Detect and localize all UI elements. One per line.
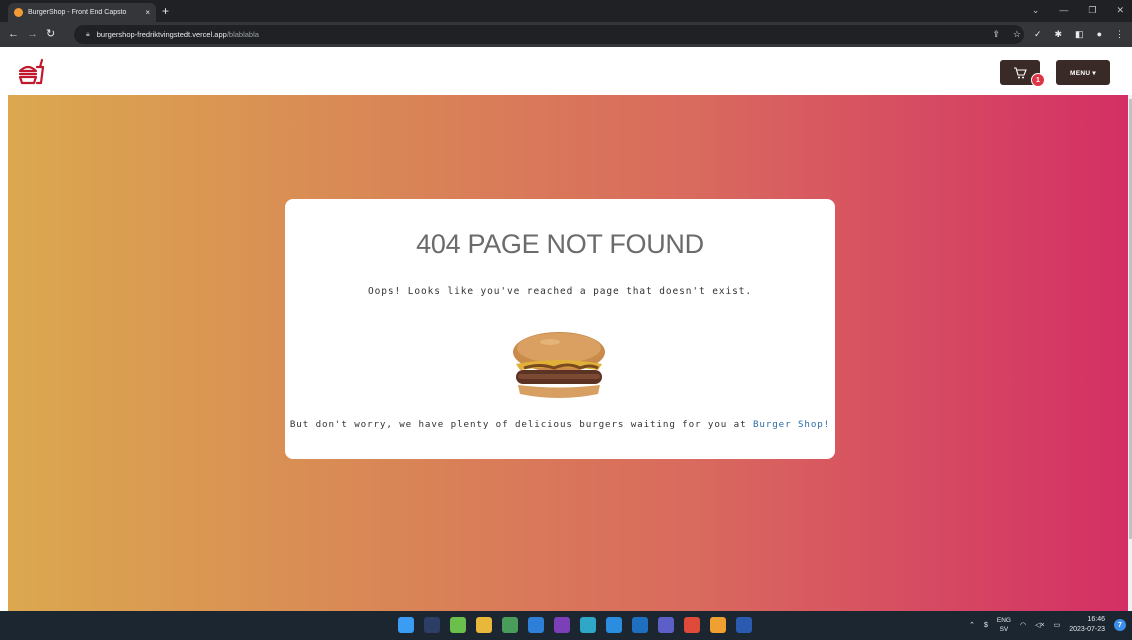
volume-icon[interactable]: ◁×: [1035, 621, 1044, 629]
chrome-canary-icon[interactable]: [710, 617, 726, 633]
browser-toolbar: ← → ↻ 🔒︎ burgershop-fredriktvingstedt.ve…: [0, 22, 1132, 47]
close-tab-icon[interactable]: ×: [145, 8, 150, 17]
keyboard-layout: SV: [999, 626, 1009, 633]
outlook-icon[interactable]: [632, 617, 648, 633]
url-host: burgershop-fredriktvingstedt.vercel.app: [96, 30, 227, 39]
forward-arrow-icon[interactable]: →: [27, 26, 38, 42]
promo-sentence: But don't worry, we have plenty of delic…: [289, 419, 753, 430]
web-page: 1 MENU ▾ 404 PAGE NOT FOUND Oops! Looks …: [0, 47, 1132, 611]
task-view-icon[interactable]: [424, 617, 440, 633]
error-title: 404 PAGE NOT FOUND: [416, 229, 704, 259]
kebab-menu-icon[interactable]: ⋮: [1115, 26, 1124, 42]
burger-image: [513, 332, 605, 398]
url-path: /blablabla: [226, 30, 259, 39]
word-icon[interactable]: [736, 617, 752, 633]
cart-icon: [1014, 66, 1027, 78]
restore-icon[interactable]: ❐: [1088, 2, 1096, 18]
file-explorer-icon[interactable]: [476, 617, 492, 633]
wifi-icon[interactable]: ◠: [1020, 621, 1026, 629]
back-arrow-icon[interactable]: ←: [8, 26, 19, 42]
side-panel-icon[interactable]: ◧: [1075, 26, 1084, 42]
language-code: ENG: [996, 617, 1011, 624]
widgets-icon[interactable]: [450, 617, 466, 633]
close-window-icon[interactable]: ✕: [1116, 2, 1124, 18]
clock-date: 2023-07-23: [1069, 626, 1105, 633]
error-message: Oops! Looks like you've reached a page t…: [368, 286, 752, 297]
teams-icon[interactable]: [658, 617, 674, 633]
menu-dropdown-button[interactable]: MENU ▾: [1056, 60, 1110, 85]
notepad-icon[interactable]: [502, 617, 518, 633]
burger-shop-logo-icon[interactable]: [16, 57, 46, 87]
lock-icon[interactable]: 🔒︎: [86, 31, 90, 39]
start-menu-icon[interactable]: [398, 617, 414, 633]
cart-count-badge: 1: [1031, 73, 1045, 87]
new-tab-button[interactable]: +: [162, 3, 169, 19]
language-indicator[interactable]: ENG SV: [997, 616, 1011, 634]
puzzle-icon[interactable]: ✱: [1055, 26, 1063, 42]
battery-icon[interactable]: ▭: [1054, 621, 1061, 629]
tab-search-icon[interactable]: ⌄: [1032, 2, 1040, 18]
browser-tab-bar: BurgerShop - Front End Capsto × + ⌄ — ❐ …: [0, 0, 1132, 22]
minimize-icon[interactable]: —: [1059, 2, 1068, 18]
visual-studio-icon[interactable]: [554, 617, 570, 633]
burger-shop-link[interactable]: Burger Shop!: [753, 419, 830, 430]
site-header: 1 MENU ▾: [0, 47, 1132, 95]
copilot-icon[interactable]: [606, 617, 622, 633]
burger-favicon-icon: [14, 8, 23, 17]
profile-icon[interactable]: ●: [1097, 26, 1102, 42]
not-found-card: 404 PAGE NOT FOUND Oops! Looks like you'…: [285, 199, 835, 459]
taskbar-apps: [398, 617, 752, 633]
windows-taskbar: ⌃ $ ENG SV ◠ ◁× ▭ 16:46 2023-07-23 7: [0, 611, 1132, 640]
share-icon[interactable]: ⇪: [992, 26, 1000, 42]
notification-count-badge[interactable]: 7: [1114, 619, 1126, 631]
toolbar-icons: ⇪ ☆ ✓ ✱ ◧ ● ⋮: [992, 26, 1124, 42]
edge-icon[interactable]: [580, 617, 596, 633]
bookmark-star-icon[interactable]: ☆: [1013, 26, 1021, 42]
tab-title: BurgerShop - Front End Capsto: [28, 9, 127, 16]
reload-icon[interactable]: ↻: [46, 26, 55, 42]
extension-icon[interactable]: ✓: [1034, 26, 1042, 42]
promo-text: But don't worry, we have plenty of delic…: [285, 419, 835, 430]
vscode-icon[interactable]: [528, 617, 544, 633]
chrome-icon[interactable]: [684, 617, 700, 633]
window-controls: ⌄ — ❐ ✕: [1032, 2, 1124, 18]
tray-chevron-icon[interactable]: ⌃: [969, 621, 975, 629]
dollar-app-icon[interactable]: $: [984, 622, 988, 629]
browser-tab[interactable]: BurgerShop - Front End Capsto ×: [8, 3, 156, 22]
address-bar[interactable]: 🔒︎ burgershop-fredriktvingstedt.vercel.a…: [74, 25, 1024, 44]
clock[interactable]: 16:46 2023-07-23: [1069, 615, 1105, 635]
clock-time: 16:46: [1087, 616, 1105, 623]
page-margin: [0, 95, 8, 611]
system-tray: ⌃ $ ENG SV ◠ ◁× ▭ 16:46 2023-07-23 7: [969, 615, 1126, 635]
